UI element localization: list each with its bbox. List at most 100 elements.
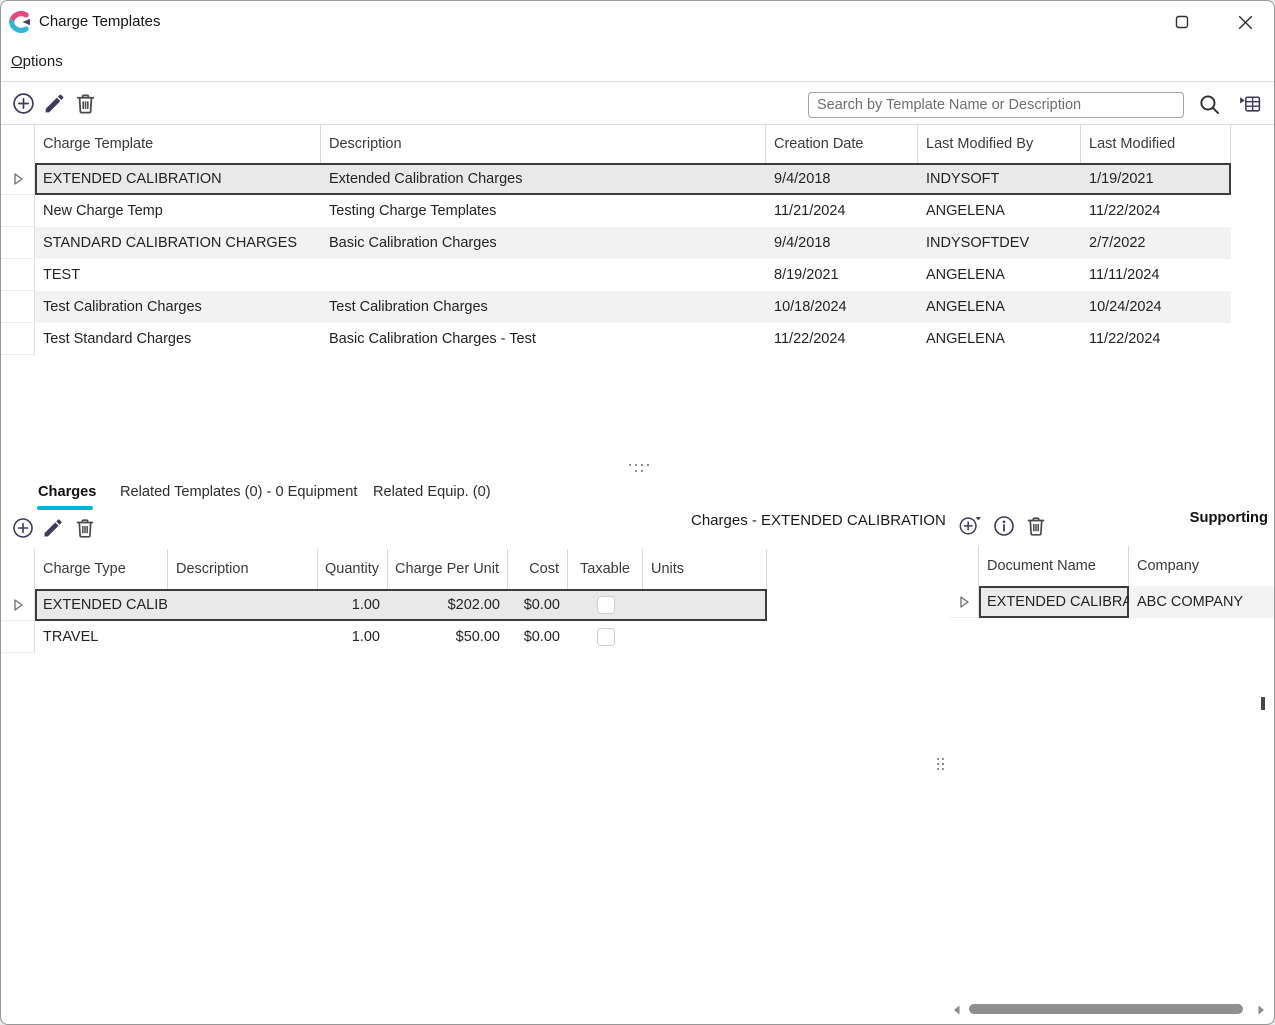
cell-last-modified[interactable]: 2/7/2022 (1081, 227, 1231, 259)
col-quantity[interactable]: Quantity (318, 549, 388, 589)
col-charge-type[interactable]: Charge Type (35, 549, 168, 589)
scroll-right-icon[interactable] (1255, 1004, 1267, 1016)
cell-units[interactable] (643, 589, 767, 621)
add-charge-icon[interactable] (11, 516, 35, 540)
col-taxable[interactable]: Taxable (568, 549, 643, 589)
add-document-icon[interactable] (958, 513, 982, 537)
cell-last-modified-by[interactable]: ANGELENA (918, 323, 1081, 355)
templates-table: Charge Template Description Creation Dat… (1, 125, 1231, 355)
col-document-name[interactable]: Document Name (979, 546, 1129, 586)
col-last-modified-by[interactable]: Last Modified By (918, 125, 1081, 163)
menu-options[interactable]: Options (11, 43, 63, 81)
template-row[interactable]: Test Standard Charges Basic Calibration … (1, 323, 1231, 355)
cell-cost[interactable]: $0.00 (508, 589, 568, 621)
cell-description[interactable]: Basic Calibration Charges - Test (321, 323, 766, 355)
cell-last-modified[interactable]: 11/11/2024 (1081, 259, 1231, 291)
taxable-checkbox[interactable] (597, 596, 615, 614)
template-row[interactable]: Test Calibration Charges Test Calibratio… (1, 291, 1231, 323)
cell-name[interactable]: EXTENDED CALIBRATION (35, 163, 321, 195)
delete-charge-icon[interactable] (73, 516, 97, 540)
add-template-icon[interactable] (11, 91, 36, 116)
vertical-splitter-handle[interactable] (935, 755, 945, 773)
col-company[interactable]: Company (1129, 546, 1275, 586)
cell-charge-per-unit[interactable]: $202.00 (388, 589, 508, 621)
cell-charge-type[interactable]: TRAVEL (35, 621, 168, 653)
template-row[interactable]: EXTENDED CALIBRATION Extended Calibratio… (1, 163, 1231, 195)
cell-charge-description[interactable] (168, 589, 318, 621)
cell-creation-date[interactable]: 8/19/2021 (766, 259, 918, 291)
cell-description[interactable]: Extended Calibration Charges (321, 163, 766, 195)
cell-last-modified-by[interactable]: INDYSOFTDEV (918, 227, 1081, 259)
cell-description[interactable]: Testing Charge Templates (321, 195, 766, 227)
cell-last-modified[interactable]: 11/22/2024 (1081, 323, 1231, 355)
cell-creation-date[interactable]: 10/18/2024 (766, 291, 918, 323)
tab-related-templates[interactable]: Related Templates (0) - 0 Equipment (120, 480, 357, 508)
cell-last-modified[interactable]: 1/19/2021 (1081, 163, 1231, 195)
search-input[interactable] (808, 92, 1184, 118)
col-charge-description[interactable]: Description (168, 549, 318, 589)
search-icon[interactable] (1197, 92, 1222, 117)
cell-name[interactable]: Test Calibration Charges (35, 291, 321, 323)
charge-row[interactable]: TRAVEL 1.00 $50.00 $0.00 (1, 621, 767, 653)
cell-charge-type[interactable]: EXTENDED CALIBRATION (35, 589, 168, 621)
template-row[interactable]: New Charge Temp Testing Charge Templates… (1, 195, 1231, 227)
edit-charge-icon[interactable] (41, 516, 65, 540)
col-units[interactable]: Units (643, 549, 767, 589)
document-row[interactable]: EXTENDED CALIBRATION ABC COMPANY (949, 586, 1275, 618)
maximize-button[interactable] (1159, 1, 1205, 43)
cell-document-name[interactable]: EXTENDED CALIBRATION (979, 586, 1129, 618)
cell-charge-description[interactable] (168, 621, 318, 653)
app-logo-icon (9, 10, 33, 34)
supporting-table-header: Document Name Company (949, 546, 1275, 586)
cell-last-modified-by[interactable]: ANGELENA (918, 259, 1081, 291)
cell-name[interactable]: STANDARD CALIBRATION CHARGES (35, 227, 321, 259)
window-title: Charge Templates (39, 1, 160, 43)
close-button[interactable] (1222, 1, 1268, 43)
cell-charge-per-unit[interactable]: $50.00 (388, 621, 508, 653)
tab-related-equip[interactable]: Related Equip. (0) (373, 480, 491, 508)
cell-creation-date[interactable]: 9/4/2018 (766, 227, 918, 259)
cell-taxable (568, 589, 643, 621)
cell-last-modified[interactable]: 10/24/2024 (1081, 291, 1231, 323)
cell-description[interactable]: Test Calibration Charges (321, 291, 766, 323)
cell-name[interactable]: Test Standard Charges (35, 323, 321, 355)
cell-last-modified-by[interactable]: INDYSOFT (918, 163, 1081, 195)
charge-row[interactable]: EXTENDED CALIBRATION 1.00 $202.00 $0.00 (1, 589, 767, 621)
col-creation-date[interactable]: Creation Date (766, 125, 918, 163)
col-cost[interactable]: Cost (508, 549, 568, 589)
cell-creation-date[interactable]: 11/21/2024 (766, 195, 918, 227)
cell-creation-date[interactable]: 9/4/2018 (766, 163, 918, 195)
cell-creation-date[interactable]: 11/22/2024 (766, 323, 918, 355)
document-info-icon[interactable] (992, 514, 1016, 538)
edit-template-icon[interactable] (42, 91, 67, 116)
column-chooser-icon[interactable] (1237, 91, 1262, 116)
cell-last-modified[interactable]: 11/22/2024 (1081, 195, 1231, 227)
cell-units[interactable] (643, 621, 767, 653)
cell-company[interactable]: ABC COMPANY (1129, 586, 1275, 618)
cell-cost[interactable]: $0.00 (508, 621, 568, 653)
charges-table: Charge Type Description Quantity Charge … (1, 549, 767, 653)
delete-template-icon[interactable] (73, 91, 98, 116)
template-row[interactable]: TEST 8/19/2021 ANGELENA 11/11/2024 (1, 259, 1231, 291)
horizontal-splitter-handle[interactable] (628, 463, 650, 473)
tab-charges[interactable]: Charges (38, 480, 96, 508)
col-charge-template[interactable]: Charge Template (35, 125, 321, 163)
col-charge-per-unit[interactable]: Charge Per Unit (388, 549, 508, 589)
cell-quantity[interactable]: 1.00 (318, 621, 388, 653)
cell-last-modified-by[interactable]: ANGELENA (918, 195, 1081, 227)
cell-description[interactable]: Basic Calibration Charges (321, 227, 766, 259)
taxable-checkbox[interactable] (597, 628, 615, 646)
template-row[interactable]: STANDARD CALIBRATION CHARGES Basic Calib… (1, 227, 1231, 259)
cell-taxable (568, 621, 643, 653)
window-edge-splitter-tick[interactable] (1261, 697, 1265, 710)
cell-quantity[interactable]: 1.00 (318, 589, 388, 621)
cell-name[interactable]: New Charge Temp (35, 195, 321, 227)
col-description[interactable]: Description (321, 125, 766, 163)
scrollbar-thumb[interactable] (969, 1004, 1243, 1014)
col-last-modified[interactable]: Last Modified (1081, 125, 1231, 163)
scroll-left-icon[interactable] (951, 1004, 963, 1016)
cell-last-modified-by[interactable]: ANGELENA (918, 291, 1081, 323)
delete-document-icon[interactable] (1024, 514, 1048, 538)
cell-description[interactable] (321, 259, 766, 291)
cell-name[interactable]: TEST (35, 259, 321, 291)
